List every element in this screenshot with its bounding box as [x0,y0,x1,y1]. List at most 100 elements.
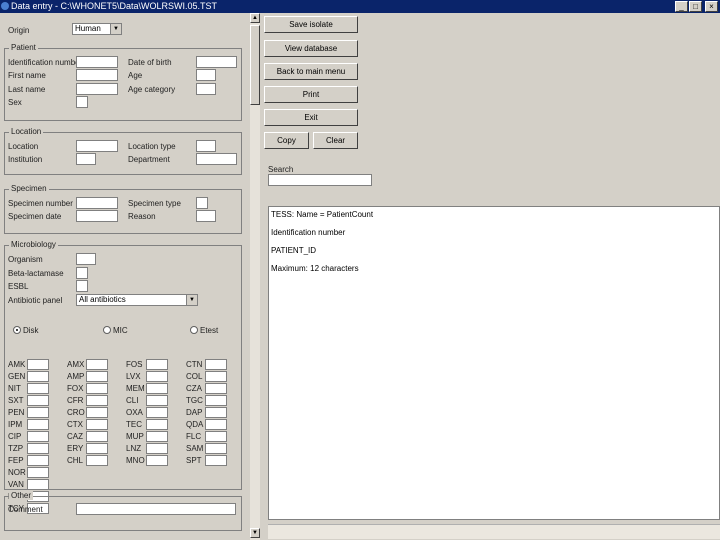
antibiotic-result-field[interactable] [27,467,49,478]
radio-mic[interactable] [103,326,111,334]
title-bar: Data entry - C:\WHONET5\Data\WOLRSWI.05.… [0,0,720,13]
print-button[interactable]: Print [264,86,358,103]
date-of-birth-field[interactable] [196,56,237,68]
first-name-field[interactable] [76,69,118,81]
antibiotic-label: NOR [8,468,26,477]
sex-field[interactable] [76,96,88,108]
antibiotic-result-field[interactable] [205,383,227,394]
antibiotic-result-field[interactable] [86,395,108,406]
beta-lactamase-field[interactable] [76,267,88,279]
antibiotic-label: MUP [126,432,144,441]
antibiotic-result-field[interactable] [205,443,227,454]
antibiotic-result-field[interactable] [27,431,49,442]
antibiotic-result-field[interactable] [86,443,108,454]
antibiotic-result-field[interactable] [146,371,168,382]
antibiotic-result-field[interactable] [27,479,49,490]
antibiotic-result-field[interactable] [205,359,227,370]
antibiotic-label: TZP [8,444,24,453]
antibiotic-result-field[interactable] [205,431,227,442]
age-field[interactable] [196,69,216,81]
antibiotic-result-field[interactable] [86,371,108,382]
comment-field[interactable] [76,503,236,515]
antibiotic-result-field[interactable] [86,359,108,370]
antibiotic-result-field[interactable] [27,407,49,418]
antibiotic-result-field[interactable] [146,359,168,370]
specimen-type-field[interactable] [196,197,208,209]
maximize-button[interactable]: □ [689,1,702,12]
last-name-field[interactable] [76,83,118,95]
antibiotic-result-field[interactable] [205,455,227,466]
antibiotic-result-field[interactable] [27,395,49,406]
scroll-up-button[interactable]: ▲ [250,13,260,23]
antibiotic-result-field[interactable] [27,371,49,382]
antibiotic-result-field[interactable] [86,407,108,418]
back-to-main-menu-button[interactable]: Back to main menu [264,63,358,80]
antibiotic-result-field[interactable] [146,383,168,394]
comment-label: Comment [8,505,43,514]
arrow-up-icon: ▲ [252,15,258,21]
exit-button[interactable]: Exit [264,109,358,126]
antibiotic-label: GEN [8,372,26,381]
antibiotic-result-field[interactable] [205,371,227,382]
identification-number-field[interactable] [76,56,118,68]
maximize-icon: □ [693,2,698,11]
radio-disk-label: Disk [23,326,39,335]
help-text-line: PATIENT_ID [271,246,317,255]
radio-mic-label: MIC [113,326,128,335]
antibiotic-result-field[interactable] [205,395,227,406]
view-database-button[interactable]: View database [264,40,358,57]
antibiotic-result-field[interactable] [146,455,168,466]
radio-disk[interactable] [13,326,21,334]
scroll-down-button[interactable]: ▼ [250,528,260,538]
form-scrollbar[interactable]: ▲ ▼ [250,13,260,540]
antibiotic-label: DAP [186,408,203,417]
specimen-number-field[interactable] [76,197,118,209]
antibiotic-result-field[interactable] [146,443,168,454]
minimize-button[interactable]: _ [675,1,688,12]
help-text-area[interactable]: TESS: Name = PatientCount Identification … [268,206,720,520]
search-input[interactable] [268,174,372,186]
reason-field[interactable] [196,210,216,222]
institution-field[interactable] [76,153,96,165]
date-of-birth-label: Date of birth [128,58,172,67]
radio-etest[interactable] [190,326,198,334]
antibiotic-result-field[interactable] [146,419,168,430]
antibiotic-result-field[interactable] [146,431,168,442]
age-category-field[interactable] [196,83,216,95]
department-field[interactable] [196,153,237,165]
antibiotic-result-field[interactable] [86,431,108,442]
scroll-thumb[interactable] [250,25,260,105]
antibiotic-label: FLC [186,432,202,441]
antibiotic-result-field[interactable] [205,419,227,430]
location-type-field[interactable] [196,140,216,152]
copy-button[interactable]: Copy [264,132,309,149]
esbl-field[interactable] [76,280,88,292]
close-button[interactable]: × [705,1,718,12]
antibiotic-result-field[interactable] [86,419,108,430]
save-isolate-button[interactable]: Save isolate [264,16,358,33]
antibiotic-result-field[interactable] [205,407,227,418]
antibiotic-result-field[interactable] [27,455,49,466]
search-label: Search [268,165,294,174]
antibiotic-result-field[interactable] [146,407,168,418]
antibiotic-label: FOX [67,384,84,393]
antibiotic-panel-select[interactable]: All antibiotics ▼ [76,294,198,306]
antibiotic-label: NIT [8,384,21,393]
antibiotic-result-field[interactable] [27,419,49,430]
antibiotic-result-field[interactable] [27,383,49,394]
specimen-date-field[interactable] [76,210,118,222]
antibiotic-result-field[interactable] [27,443,49,454]
other-group-title: Other [9,491,34,500]
antibiotic-result-field[interactable] [146,395,168,406]
antibiotic-label: AMK [8,360,26,369]
organism-field[interactable] [76,253,96,265]
location-field[interactable] [76,140,118,152]
clear-button[interactable]: Clear [313,132,358,149]
origin-select[interactable]: Human ▼ [72,23,122,35]
antibiotic-result-field[interactable] [86,383,108,394]
help-horizontal-scrollbar[interactable] [268,524,720,539]
antibiotic-result-field[interactable] [27,359,49,370]
antibiotic-result-field[interactable] [86,455,108,466]
sex-label: Sex [8,98,22,107]
app-icon [1,2,9,10]
